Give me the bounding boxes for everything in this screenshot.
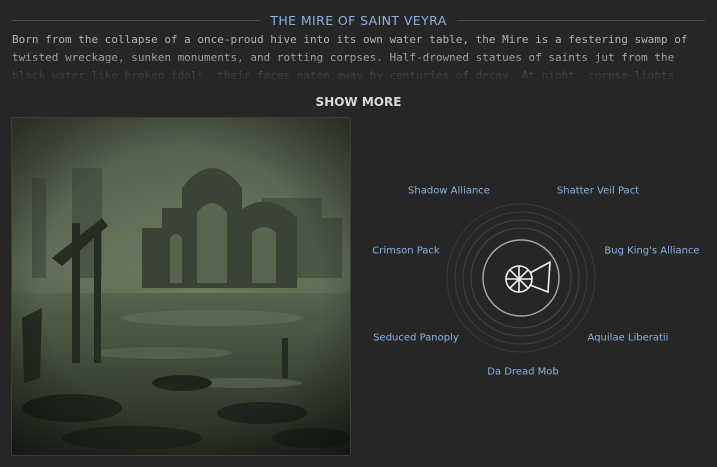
title-divider-right xyxy=(456,19,706,21)
faction-da-dread-mob[interactable]: Da Dread Mob xyxy=(487,367,559,378)
faction-seduced-panoply[interactable]: Seduced Panoply xyxy=(373,333,459,344)
location-panel: THE MIRE OF SAINT VEYRA Born from the co… xyxy=(0,0,717,467)
swamp-ruins-image xyxy=(12,118,350,455)
faction-shadow-alliance[interactable]: Shadow Alliance xyxy=(408,186,490,197)
faction-shatter-veil-pact[interactable]: Shatter Veil Pact xyxy=(557,186,639,197)
faction-rings xyxy=(446,203,596,353)
location-description: Born from the collapse of a once-proud h… xyxy=(12,33,688,82)
faction-bug-kings-alliance[interactable]: Bug King's Alliance xyxy=(604,246,699,257)
title-row: THE MIRE OF SAINT VEYRA xyxy=(12,11,706,29)
faction-crimson-pack[interactable]: Crimson Pack xyxy=(372,246,439,257)
faction-aquilae-liberatii[interactable]: Aquilae Liberatii xyxy=(588,333,669,344)
show-more-button[interactable]: SHOW MORE xyxy=(0,95,717,109)
location-artwork xyxy=(11,117,351,456)
title-divider-left xyxy=(12,19,261,21)
location-title: THE MIRE OF SAINT VEYRA xyxy=(270,12,447,28)
faction-wheel-icon xyxy=(505,260,551,294)
faction-map: Shadow Alliance Shatter Veil Pact Crimso… xyxy=(355,117,717,457)
